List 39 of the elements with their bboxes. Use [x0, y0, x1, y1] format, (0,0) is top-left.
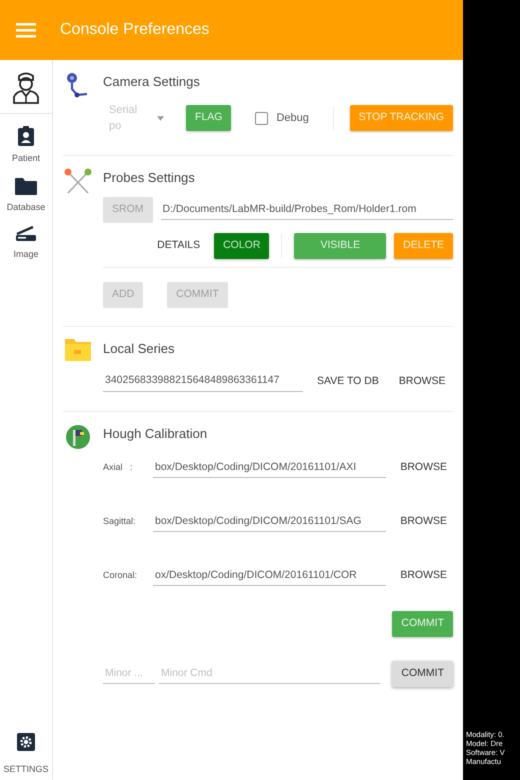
section-title: Probes Settings	[103, 168, 196, 187]
section-title: Camera Settings	[103, 73, 201, 91]
settings-label[interactable]: SETTINGS	[3, 762, 48, 776]
debug-checkbox[interactable]	[255, 112, 268, 124]
minor-cmd-field[interactable]: Minor Cmd	[159, 664, 380, 684]
sidebar-item[interactable]: Database	[6, 200, 46, 214]
folder-icon	[15, 178, 37, 194]
path-label: Coronal:	[103, 569, 138, 582]
browse-button[interactable]: BROWSE	[392, 368, 452, 394]
path-field[interactable]: box/Desktop/Coding/DICOM/20161101/SAG	[153, 512, 386, 532]
window-title: Console Preferences	[60, 20, 210, 40]
path-label: Sagittal:	[103, 515, 137, 528]
sidebar-item[interactable]: Patient	[12, 152, 40, 166]
folder-icon	[65, 339, 91, 361]
commit-button[interactable]: COMMIT	[392, 661, 453, 687]
caret-icon	[157, 116, 164, 120]
badge-icon	[17, 126, 35, 146]
probe-button[interactable]: COLOR	[214, 233, 270, 259]
path-label: Axial :	[103, 461, 134, 474]
scanner-icon	[14, 226, 37, 242]
sidebar-item[interactable]: Image	[13, 248, 38, 262]
probe-button[interactable]: DETAILS	[151, 233, 206, 259]
series-id-field[interactable]: 340256833988215648489863361147	[103, 371, 303, 392]
minor-field[interactable]: Minor ...	[103, 664, 155, 684]
probes-icon	[64, 168, 92, 194]
save-to-db-button[interactable]: SAVE TO DB	[311, 368, 385, 394]
path-field[interactable]: D:/Documents/LabMR-build/Probes_Rom/Holder1.rom	[160, 200, 453, 220]
browse-button[interactable]: BROWSE	[394, 455, 453, 481]
debug-label[interactable]: Debug	[276, 110, 309, 126]
path-field[interactable]: box/Desktop/Coding/DICOM/20161101/AXI	[153, 458, 386, 478]
section-title: Local Series	[103, 340, 176, 358]
browse-button[interactable]: BROWSE	[394, 563, 453, 589]
menu-icon[interactable]	[16, 22, 36, 38]
browse-button[interactable]: BROWSE	[394, 509, 453, 535]
path-field[interactable]: ox/Desktop/Coding/DICOM/20161101/COR	[153, 566, 386, 586]
flag-icon	[65, 424, 91, 450]
doctor-icon	[12, 70, 40, 104]
section-title: Hough Calibration	[103, 424, 208, 443]
settings-icon[interactable]	[16, 732, 35, 750]
